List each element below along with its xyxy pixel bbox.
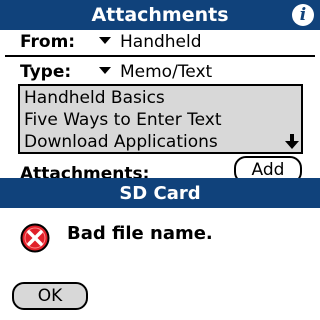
dropdown-arrow-icon	[99, 67, 111, 74]
list-item[interactable]: Five Ways to Enter Text	[24, 109, 222, 131]
info-icon[interactable]: i	[292, 4, 314, 26]
list-item[interactable]: Download Applications	[24, 131, 218, 152]
from-value: Handheld	[120, 32, 202, 52]
from-label: From:	[20, 32, 76, 52]
dropdown-arrow-icon	[99, 37, 111, 44]
alert-dialog: SD Card Bad file name. OK	[0, 178, 320, 320]
error-icon	[20, 223, 50, 253]
file-list[interactable]: Handheld Basics Five Ways to Enter Text …	[18, 84, 303, 154]
title-bar: Attachments i	[0, 0, 320, 30]
ok-button[interactable]: OK	[12, 282, 88, 310]
list-item[interactable]: Handheld Basics	[24, 87, 165, 109]
dialog-title: SD Card	[0, 180, 320, 208]
scroll-down-icon[interactable]	[285, 134, 299, 150]
type-trigger[interactable]: Memo/Text	[99, 62, 212, 82]
screen-title: Attachments	[91, 4, 229, 26]
error-message: Bad file name.	[67, 223, 213, 244]
type-value: Memo/Text	[120, 62, 213, 82]
type-label: Type:	[20, 62, 72, 82]
from-trigger[interactable]: Handheld	[99, 32, 202, 52]
divider	[5, 55, 315, 57]
